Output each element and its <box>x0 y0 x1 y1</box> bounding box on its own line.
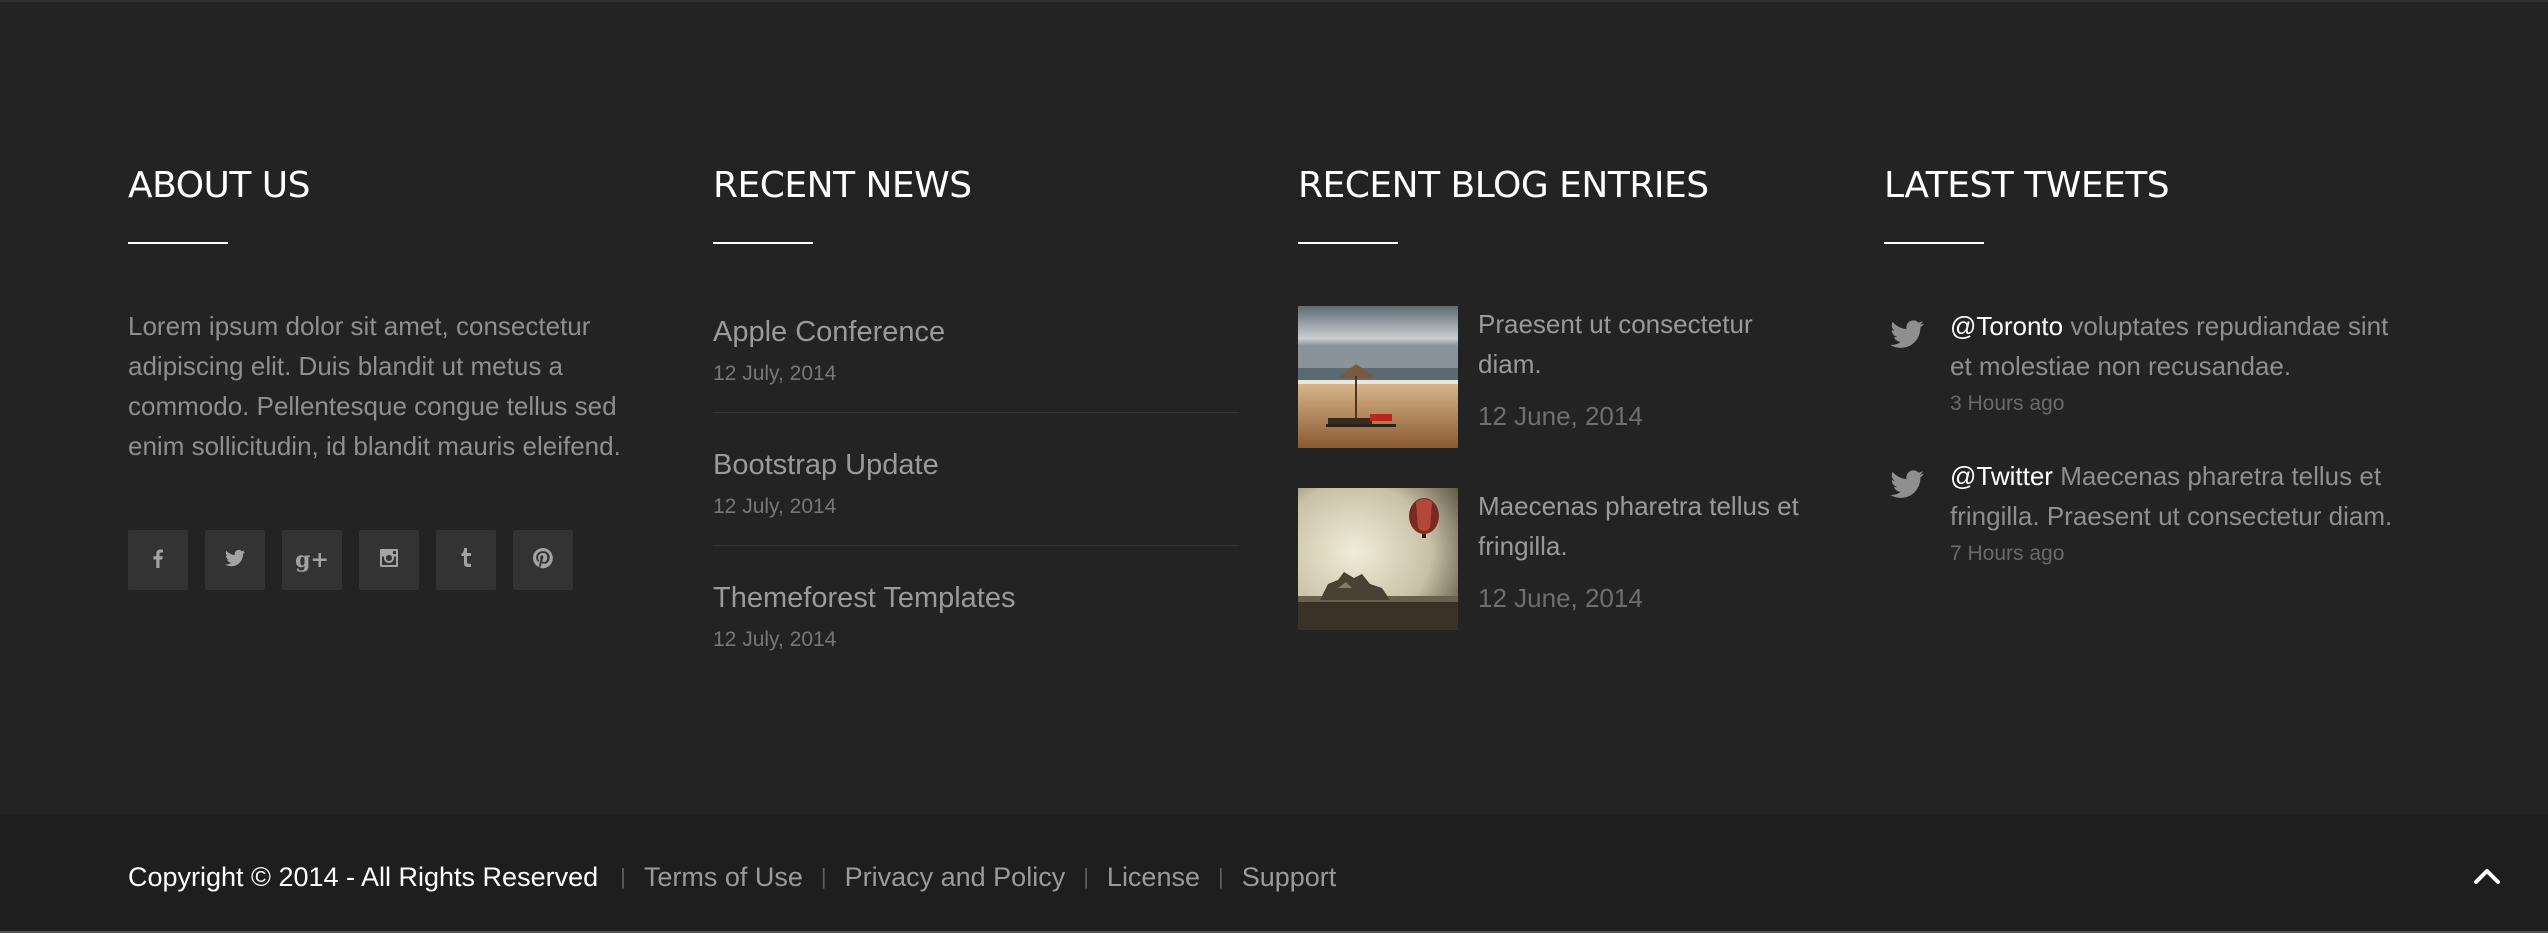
tweet-item: @Twitter Maecenas pharetra tellus et fri… <box>1884 456 2404 568</box>
facebook-button[interactable] <box>128 530 188 590</box>
tweet-handle[interactable]: @Toronto <box>1950 311 2063 341</box>
tweet-body: @Twitter Maecenas pharetra tellus et fri… <box>1950 456 2404 568</box>
footer-bottom-row: Copyright © 2014 - All Rights Reserved |… <box>128 857 1336 897</box>
tweet-time: 3 Hours ago <box>1950 392 2065 415</box>
social-links: g+ <box>128 530 648 590</box>
blog-list: Praesent ut consectetur diam. 12 June, 2… <box>1298 306 1818 630</box>
separator: | <box>1218 864 1224 889</box>
footer-bottom-bar: Copyright © 2014 - All Rights Reserved |… <box>0 815 2548 933</box>
tweet-item: @Toronto voluptates repudiandae sint et … <box>1884 306 2404 418</box>
blog-title: RECENT BLOG ENTRIES <box>1298 165 1709 206</box>
tweets-column: LATEST TWEETS @Toronto voluptates repudi… <box>1884 160 2404 606</box>
license-link[interactable]: License <box>1107 857 1200 897</box>
blog-item-date: 12 June, 2014 <box>1478 401 1643 431</box>
pinterest-icon <box>531 546 555 575</box>
beach-umbrella-photo[interactable] <box>1298 306 1458 448</box>
tweet-time: 7 Hours ago <box>1950 542 2065 565</box>
tweet-handle[interactable]: @Twitter <box>1950 461 2053 491</box>
copyright-text: Copyright © 2014 - All Rights Reserved <box>128 862 599 892</box>
twitter-bird-icon <box>1884 464 1930 504</box>
news-item-title[interactable]: Themeforest Templates <box>713 580 1239 616</box>
title-underline <box>1884 242 1984 244</box>
separator: | <box>620 864 626 889</box>
news-item-title[interactable]: Apple Conference <box>713 314 1239 350</box>
privacy-policy-link[interactable]: Privacy and Policy <box>845 857 1066 897</box>
news-item-date: 12 July, 2014 <box>713 362 837 385</box>
news-item: Apple Conference 12 July, 2014 <box>713 302 1239 413</box>
blog-item-body: Maecenas pharetra tellus et fringilla. 1… <box>1478 488 1818 630</box>
instagram-button[interactable] <box>359 530 419 590</box>
hot-air-balloon-photo[interactable] <box>1298 488 1458 630</box>
terms-of-use-link[interactable]: Terms of Use <box>644 857 803 897</box>
title-underline <box>713 242 813 244</box>
support-link[interactable]: Support <box>1242 857 1337 897</box>
pinterest-button[interactable] <box>513 530 573 590</box>
tweets-title: LATEST TWEETS <box>1884 165 2170 206</box>
news-title: RECENT NEWS <box>713 165 972 206</box>
blog-item: Maecenas pharetra tellus et fringilla. 1… <box>1298 488 1818 630</box>
title-underline <box>1298 242 1398 244</box>
chevron-up-icon <box>2473 866 2501 891</box>
about-column: ABOUT US Lorem ipsum dolor sit amet, con… <box>128 160 648 590</box>
about-text: Lorem ipsum dolor sit amet, consectetur … <box>128 311 621 461</box>
news-list: Apple Conference 12 July, 2014 Bootstrap… <box>713 302 1239 678</box>
twitter-icon <box>223 546 247 575</box>
news-item-title[interactable]: Bootstrap Update <box>713 447 1239 483</box>
news-item: Bootstrap Update 12 July, 2014 <box>713 413 1239 546</box>
facebook-icon <box>146 546 170 575</box>
twitter-button[interactable] <box>205 530 265 590</box>
blog-item-body: Praesent ut consectetur diam. 12 June, 2… <box>1478 306 1818 448</box>
separator: | <box>1083 864 1089 889</box>
news-item-date: 12 July, 2014 <box>713 628 837 651</box>
news-column: RECENT NEWS Apple Conference 12 July, 20… <box>713 160 1239 678</box>
blog-item-title[interactable]: Praesent ut consectetur diam. <box>1478 304 1818 384</box>
tweet-body: @Toronto voluptates repudiandae sint et … <box>1950 306 2404 418</box>
footer-widgets: ABOUT US Lorem ipsum dolor sit amet, con… <box>0 0 2548 815</box>
news-item-date: 12 July, 2014 <box>713 495 837 518</box>
title-underline <box>128 242 228 244</box>
google-plus-button[interactable]: g+ <box>282 530 342 590</box>
instagram-icon <box>377 546 401 575</box>
separator: | <box>820 864 827 889</box>
about-title: ABOUT US <box>128 165 311 206</box>
google-plus-icon: g+ <box>295 547 329 573</box>
news-item: Themeforest Templates 12 July, 2014 <box>713 546 1239 678</box>
twitter-bird-icon <box>1884 314 1930 354</box>
tweet-list: @Toronto voluptates repudiandae sint et … <box>1884 306 2404 568</box>
blog-item-date: 12 June, 2014 <box>1478 583 1643 613</box>
back-to-top-button[interactable] <box>2466 860 2508 896</box>
tumblr-button[interactable] <box>436 530 496 590</box>
blog-item: Praesent ut consectetur diam. 12 June, 2… <box>1298 306 1818 448</box>
tumblr-icon <box>454 546 478 575</box>
blog-column: RECENT BLOG ENTRIES Praesent ut consecte… <box>1298 160 1818 670</box>
blog-item-title[interactable]: Maecenas pharetra tellus et fringilla. <box>1478 486 1818 566</box>
